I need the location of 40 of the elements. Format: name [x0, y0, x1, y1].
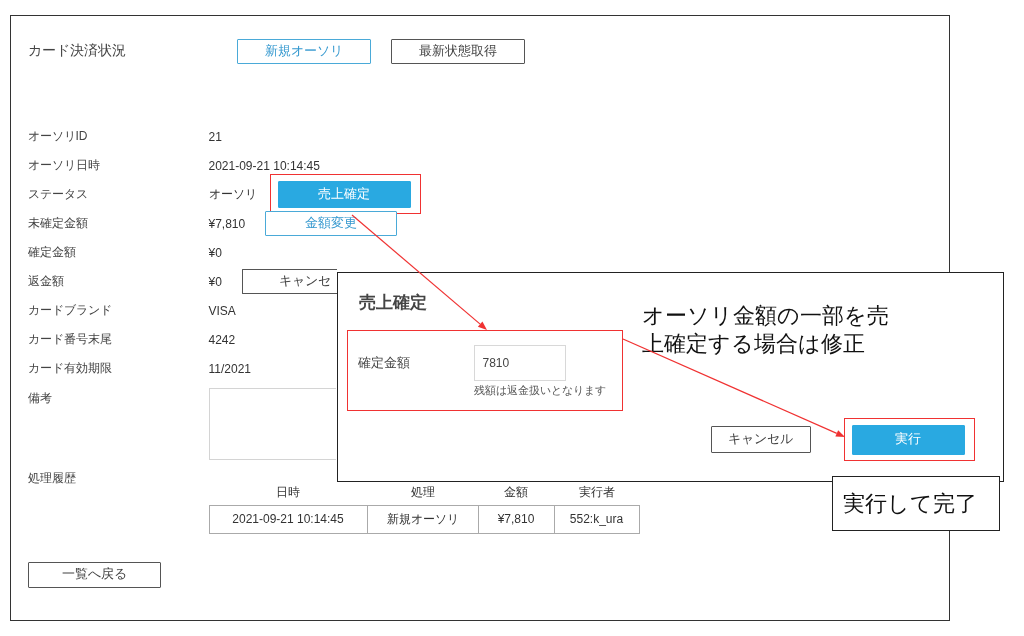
field-label: 返金額: [27, 273, 65, 290]
remarks-field[interactable]: [208, 387, 336, 460]
page-title: カード決済状況: [27, 42, 127, 60]
refresh-status-button[interactable]: 最新状態取得: [390, 38, 525, 64]
table-cell: ¥7,810: [478, 505, 554, 533]
field-label: 備考: [27, 389, 53, 406]
hint-text: 残額は返金扱いとなります: [473, 382, 606, 398]
back-to-list-button[interactable]: 一覧へ戻る: [27, 561, 161, 588]
field-value: 2021-09-21 10:14:45: [208, 158, 320, 173]
table-cell: 新規オーソリ: [367, 505, 478, 533]
field-label: ステータス: [27, 186, 89, 203]
field-value: 4242: [208, 332, 236, 347]
column-header: 金額: [478, 483, 554, 505]
field-label: 確定金額: [357, 354, 411, 372]
cancel-button[interactable]: キャンセ: [241, 269, 337, 294]
field-label: カード番号末尾: [27, 331, 113, 348]
field-label: オーソリID: [27, 128, 89, 145]
field-value: 11/2021: [208, 361, 251, 376]
section-label: 処理履歴: [27, 469, 77, 487]
field-label: カードブランド: [27, 302, 113, 319]
field-value: ¥0: [208, 245, 222, 260]
table-cell: 552:k_ura: [554, 505, 639, 533]
field-value: オーソリ: [208, 186, 257, 203]
field-label: 未確定金額: [27, 215, 89, 232]
field-value: 21: [208, 129, 222, 144]
field-label: オーソリ日時: [27, 157, 101, 174]
table-cell: 2021-09-21 10:14:45: [209, 505, 367, 533]
field-label: 確定金額: [27, 244, 77, 261]
annotation-note: オーソリ金額の一部を売上確定する場合は修正: [642, 302, 890, 358]
field-value: VISA: [208, 303, 236, 318]
amount-input[interactable]: 7810: [473, 344, 566, 381]
dialog-title: 売上確定: [358, 291, 428, 314]
column-header: 処理: [367, 483, 478, 505]
field-value: ¥7,810: [208, 216, 246, 231]
callout-note: 実行して完了: [832, 476, 1000, 531]
column-header: 実行者: [554, 483, 639, 505]
column-header: 日時: [209, 483, 367, 505]
field-value: ¥0: [208, 274, 222, 289]
field-label: カード有効期限: [27, 360, 113, 377]
cancel-button[interactable]: キャンセル: [710, 425, 811, 453]
